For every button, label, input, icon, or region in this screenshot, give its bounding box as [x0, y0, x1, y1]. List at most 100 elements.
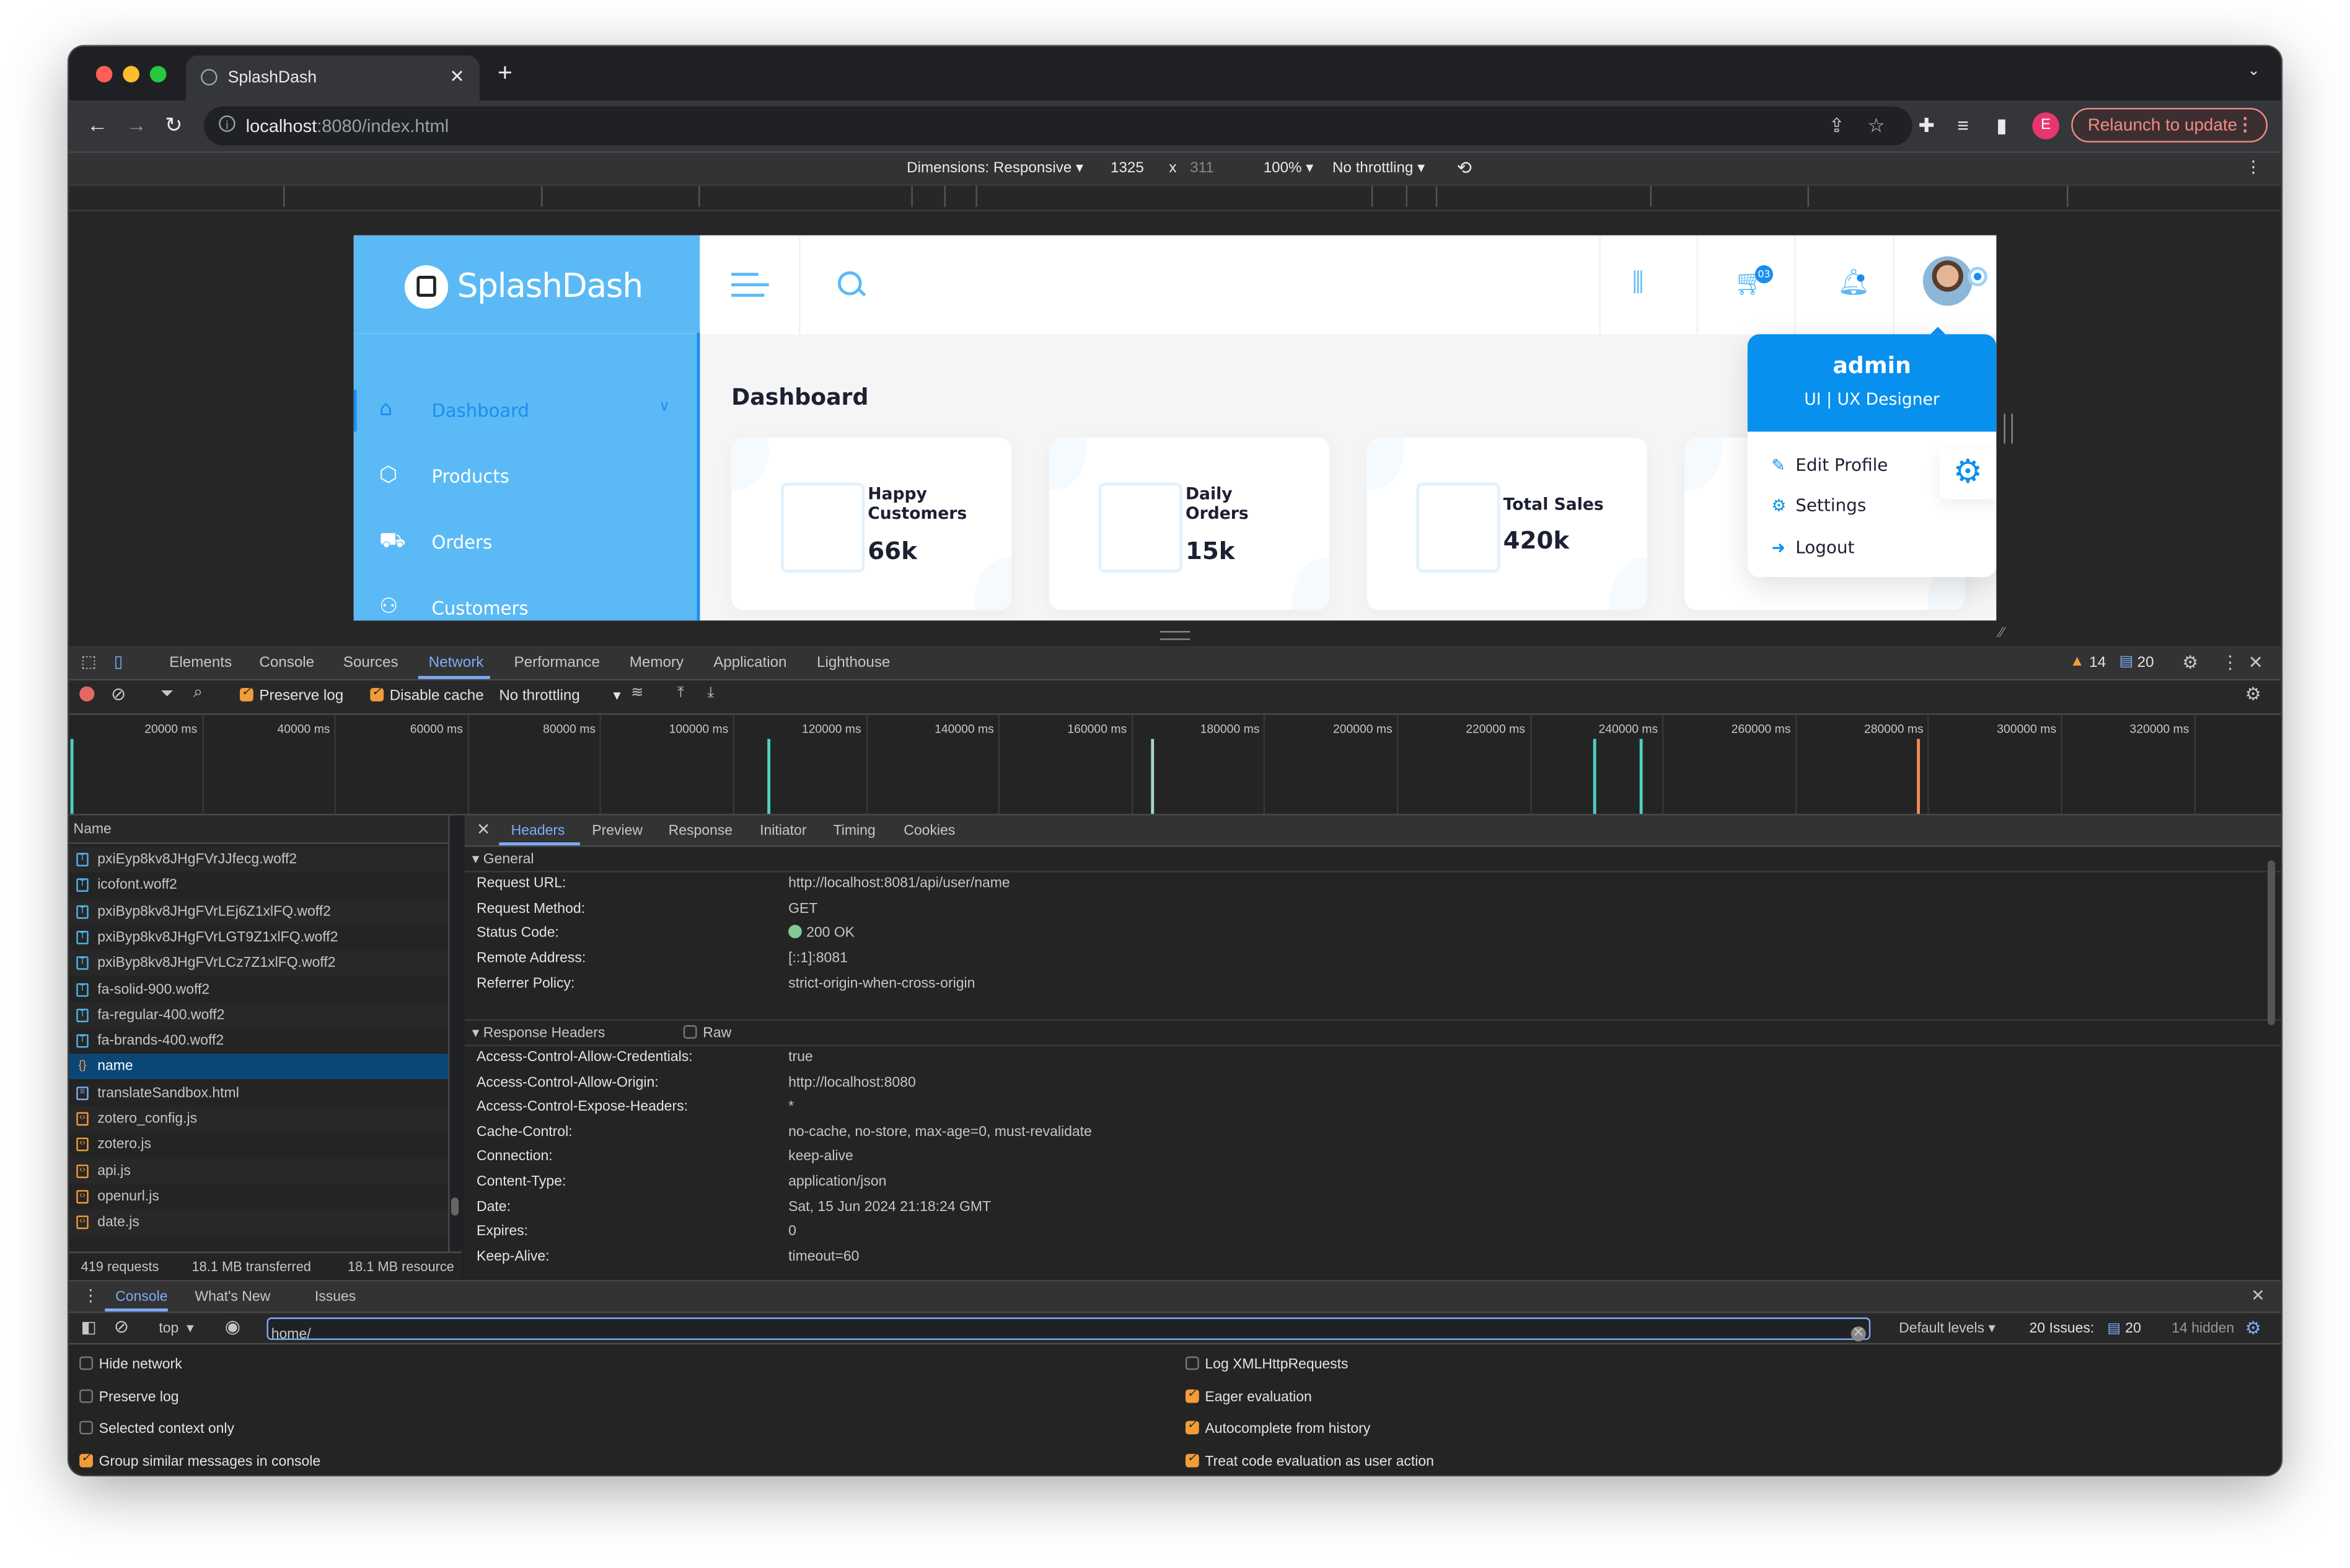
request-row[interactable]: TpxiByp8kv8JHgFVrLEj6Z1xlFQ.woff2 — [69, 899, 449, 925]
header-value[interactable]: Sat, 15 Jun 2024 21:18:24 GMT — [788, 1199, 991, 1215]
clear-filter-icon[interactable]: ✕ — [1851, 1326, 1866, 1342]
live-expression-eye-icon[interactable]: ◉ — [225, 1316, 240, 1337]
extensions-puzzle-icon[interactable]: ✚ — [1919, 114, 1935, 138]
warning-icon[interactable]: ▲ — [2070, 653, 2085, 670]
context-select[interactable]: top ▾ — [159, 1321, 193, 1337]
drawer-tab-whats-new[interactable]: What's New — [195, 1289, 270, 1306]
bookmark-star-icon[interactable]: ☆ — [1867, 114, 1885, 138]
forward-arrow-icon[interactable]: → — [126, 112, 147, 136]
request-row[interactable]: TpxiByp8kv8JHgFVrLGT9Z1xlFQ.woff2 — [69, 925, 448, 950]
sidebar-toggle-icon[interactable]: ◧ — [81, 1318, 97, 1337]
checkbox[interactable] — [79, 1420, 93, 1435]
warning-count[interactable]: 14 — [2089, 655, 2106, 672]
request-row[interactable]: Tfa-regular-400.woff2 — [69, 1002, 449, 1028]
tab-cookies[interactable]: Cookies — [904, 823, 955, 840]
request-row[interactable]: Tfa-brands-400.woff2 — [69, 1028, 448, 1054]
width-input[interactable]: 1325 — [1111, 161, 1144, 177]
log-levels-select[interactable]: Default levels ▾ — [1899, 1321, 1996, 1337]
profile-avatar[interactable]: E — [2032, 112, 2059, 139]
sidebar-item-products[interactable]: ⬡ Products — [354, 456, 700, 498]
console-settings-gear-icon[interactable]: ⚙ — [2245, 1318, 2261, 1339]
tab-initiator[interactable]: Initiator — [760, 823, 806, 840]
request-row[interactable]: ‹› zotero.js — [69, 1132, 448, 1158]
header-value[interactable]: GET — [788, 901, 817, 917]
address-bar[interactable]: i localhost:8080/index.html ⇪ ☆ — [203, 106, 1912, 146]
request-row[interactable]: ‹› date.js — [69, 1210, 449, 1236]
tab-network[interactable]: Network — [429, 655, 484, 672]
browser-tab[interactable]: SplashDash ✕ — [185, 55, 480, 101]
viewport-resize-handle-right[interactable] — [2004, 413, 2013, 444]
close-window-button[interactable] — [95, 66, 113, 83]
header-value[interactable]: http://localhost:8080 — [788, 1074, 916, 1091]
filter-icon[interactable]: ⏷ — [161, 685, 174, 704]
back-arrow-icon[interactable]: ← — [87, 112, 108, 136]
inspect-element-icon[interactable]: ⬚ — [81, 652, 97, 671]
console-filter-input[interactable]: home/ ✕ — [266, 1317, 1871, 1343]
details-scrollbar[interactable] — [2268, 860, 2276, 1026]
network-throttling-select[interactable]: No throttling ▾ — [499, 688, 620, 705]
sidebar-item-customers[interactable]: ⚇ Customers — [354, 588, 700, 620]
request-row[interactable]: TpxiEyp8kv8JHgFVrJJfecg.woff2 — [69, 847, 449, 873]
sidebar-item-dashboard[interactable]: ⌂ Dashboard ∨ — [353, 389, 700, 432]
preserve-log-checkbox[interactable]: Preserve log — [239, 685, 343, 705]
viewport-resize-handle-bottom[interactable] — [1160, 631, 1190, 640]
edit-profile-link[interactable]: ✎ Edit Profile — [1772, 454, 1888, 475]
maximize-window-button[interactable] — [149, 66, 167, 83]
clear-icon[interactable]: ⊘ — [111, 684, 126, 705]
header-value[interactable]: * — [788, 1099, 794, 1116]
console-option-log-xmlhttprequests[interactable]: Log XMLHttpRequests — [1185, 1356, 1349, 1373]
header-value[interactable]: keep-alive — [788, 1148, 853, 1165]
new-tab-button[interactable]: + — [498, 60, 513, 86]
settings-gear-icon[interactable]: ⚙ — [2182, 652, 2198, 673]
network-settings-icon[interactable]: ⚙ — [2245, 684, 2261, 705]
site-info-icon[interactable]: i — [219, 115, 235, 132]
checkbox[interactable] — [1185, 1386, 1199, 1403]
viewport-resize-corner[interactable]: ⁄⁄ — [1999, 625, 2004, 641]
request-list-scrollbar[interactable] — [451, 1197, 459, 1216]
header-value[interactable]: 0 — [788, 1223, 796, 1240]
close-tab-icon[interactable]: ✕ — [449, 66, 464, 87]
clear-console-icon[interactable]: ⊘ — [114, 1316, 129, 1337]
theme-settings-gear-button[interactable]: ⚙ — [1939, 448, 1997, 500]
header-value[interactable]: 200 OK — [788, 925, 855, 942]
tab-response[interactable]: Response — [669, 823, 733, 840]
tab-sources[interactable]: Sources — [343, 655, 398, 672]
tab-elements[interactable]: Elements — [169, 655, 232, 672]
import-har-icon[interactable]: ⤒ — [677, 685, 684, 702]
close-details-icon[interactable]: ✕ — [477, 820, 490, 839]
header-value[interactable]: application/json — [788, 1174, 886, 1191]
checkbox[interactable] — [79, 1356, 93, 1370]
request-row[interactable]: ≡ translateSandbox.html — [69, 1080, 448, 1106]
checkbox[interactable] — [1185, 1450, 1199, 1467]
brand-logo[interactable]: SplashDash — [404, 265, 643, 309]
sidebar-item-orders[interactable]: ⛟ Orders — [354, 522, 700, 564]
console-option-group-similar-messages-in-console[interactable]: Group similar messages in console — [79, 1450, 320, 1469]
height-input[interactable]: 311 — [1190, 161, 1214, 177]
export-har-icon[interactable]: ⤓ — [707, 685, 714, 702]
request-row[interactable] — [69, 842, 448, 847]
tab-application[interactable]: Application — [713, 655, 786, 672]
menu-toggle-icon[interactable] — [731, 273, 769, 304]
filter-sliders-icon[interactable]: ⫼ — [1632, 268, 1644, 298]
header-value[interactable]: true — [788, 1049, 813, 1066]
header-value[interactable]: timeout=60 — [788, 1248, 859, 1265]
device-more-icon[interactable]: ⋮ — [2245, 157, 2262, 177]
logout-link[interactable]: ➜ Logout — [1772, 537, 1855, 558]
tab-console[interactable]: Console — [259, 655, 314, 672]
request-row[interactable]: {} name — [69, 1054, 449, 1080]
bell-icon[interactable]: 🔔︎ — [1837, 268, 1870, 298]
zoom-select[interactable]: 100% ▾ — [1264, 161, 1314, 177]
network-overview-timeline[interactable]: 20000 ms 40000 ms 60000 ms 80000 ms 100000 m… — [69, 715, 2281, 816]
device-toggle-icon[interactable]: ▯ — [114, 652, 123, 671]
more-options-icon[interactable]: ⋮ — [2221, 652, 2239, 673]
throttling-select[interactable]: No throttling ▾ — [1332, 161, 1425, 177]
close-drawer-icon[interactable]: ✕ — [2251, 1286, 2264, 1305]
checkbox[interactable] — [79, 1450, 93, 1467]
header-value[interactable]: http://localhost:8081/api/user/name — [788, 875, 1010, 892]
name-column-header[interactable]: Name — [74, 821, 112, 838]
relaunch-button[interactable]: Relaunch to update ⋮ — [2071, 108, 2268, 143]
console-option-selected-context-only[interactable]: Selected context only — [79, 1420, 234, 1437]
search-icon[interactable] — [837, 271, 862, 296]
rotate-icon[interactable]: ⟲ — [1457, 157, 1472, 178]
user-avatar[interactable] — [1922, 256, 1973, 306]
